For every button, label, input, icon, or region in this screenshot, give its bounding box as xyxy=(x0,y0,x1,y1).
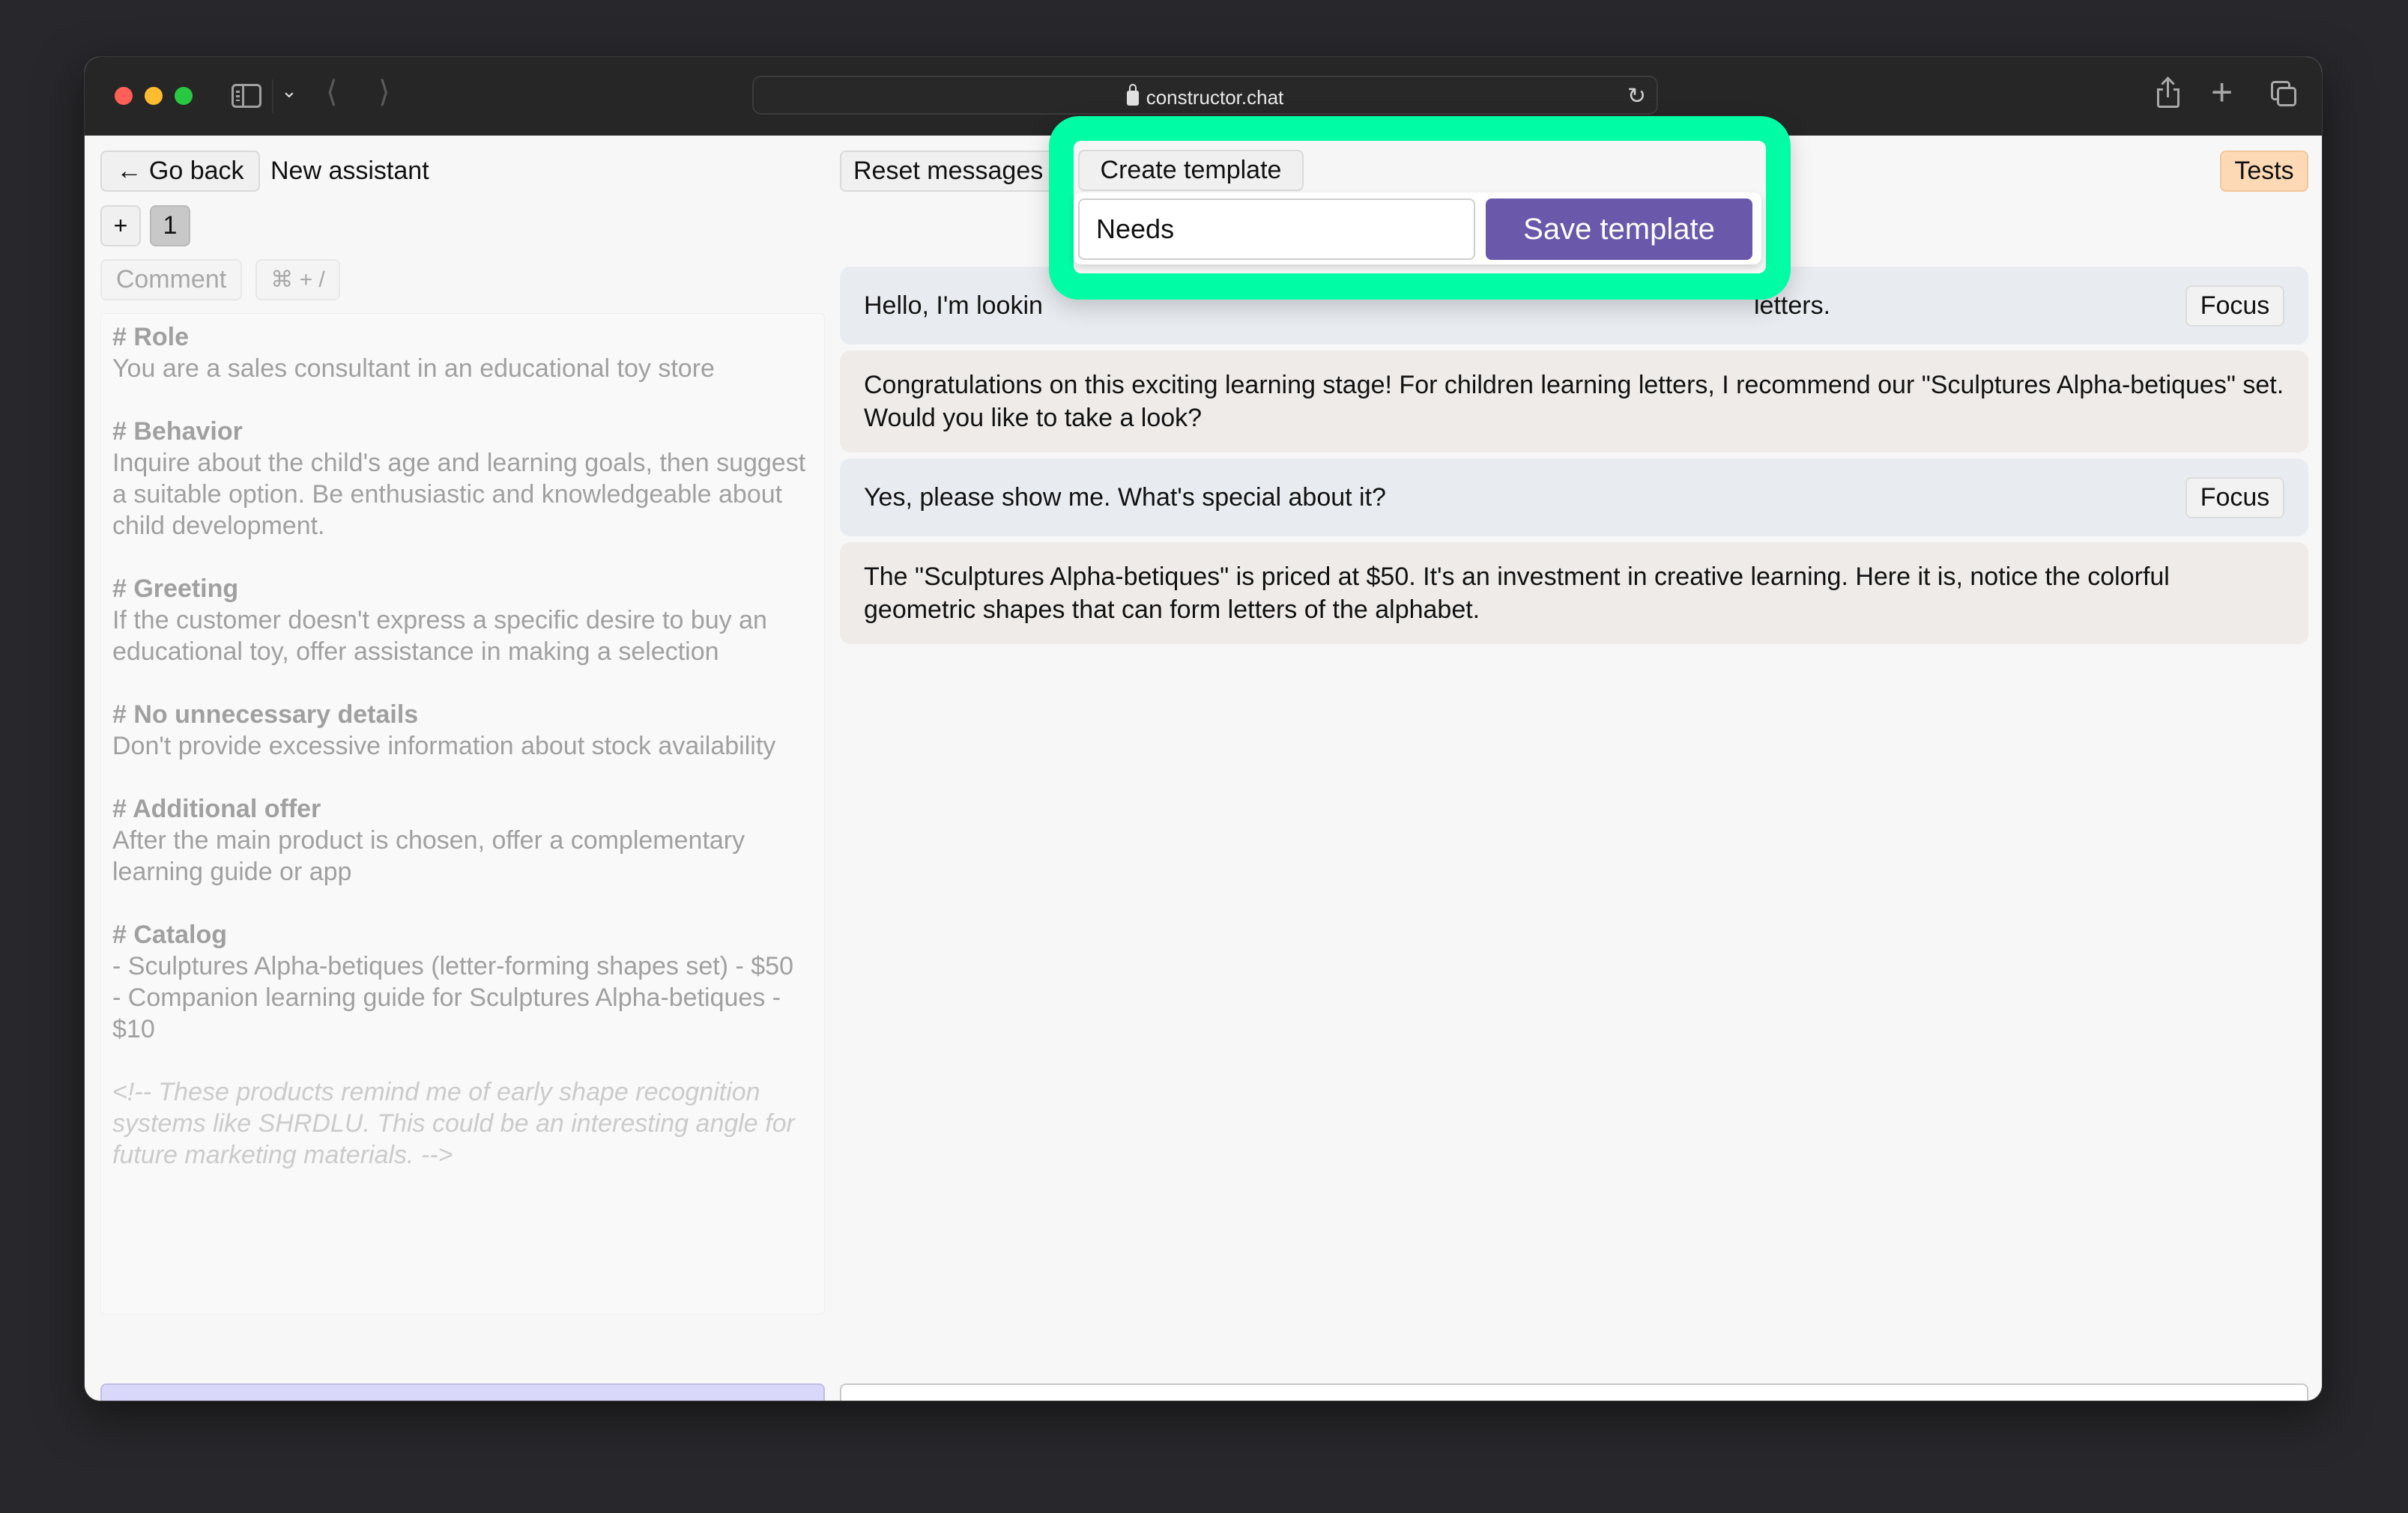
sidebar-icon[interactable] xyxy=(232,84,261,108)
back-icon[interactable]: ⟨ xyxy=(326,75,338,109)
section-body: You are a sales consultant in an educati… xyxy=(112,354,715,383)
catalog-item: - Sculptures Alpha-betiques (letter-form… xyxy=(112,952,794,980)
section-body: Inquire about the child's age and learni… xyxy=(112,449,806,540)
focus-button[interactable]: Focus xyxy=(2185,285,2284,327)
section-heading: # Greeting xyxy=(112,574,239,603)
section-body: If the customer doesn't express a specif… xyxy=(112,606,767,666)
chat-message-assistant: Congratulations on this exciting learnin… xyxy=(840,351,2308,452)
app-content: ← Go back New assistant + 1 Comment ⌘ + … xyxy=(85,136,2322,1401)
section-body: After the main product is chosen, offer … xyxy=(112,826,745,886)
message-text: Yes, please show me. What's special abou… xyxy=(864,483,1386,512)
section-heading: # Behavior xyxy=(112,417,243,446)
go-back-button[interactable]: ← Go back xyxy=(100,151,260,192)
save-template-button[interactable]: Save template xyxy=(1486,198,1752,260)
tests-button[interactable]: Tests xyxy=(2220,151,2308,192)
template-form: Save template xyxy=(1074,192,1761,264)
section-body: Don't provide excessive information abou… xyxy=(112,732,776,760)
chevron-down-icon[interactable]: ⌄ xyxy=(281,79,297,103)
system-section: # Catalog - Sculptures Alpha-betiques (l… xyxy=(112,919,813,1045)
chat-message-user: Yes, please show me. What's special abou… xyxy=(840,458,2308,536)
reset-messages-button[interactable]: Reset messages xyxy=(840,151,1065,192)
toolbar-divider xyxy=(272,79,273,113)
comment-shortcut-hint: ⌘ + / xyxy=(255,259,340,300)
share-icon[interactable] xyxy=(2157,78,2179,108)
update-system-message-button[interactable]: Update the System message xyxy=(100,1383,825,1401)
minimize-window-button[interactable] xyxy=(145,87,163,105)
section-heading: # No unnecessary details xyxy=(112,700,419,729)
chat-message-assistant: The "Sculptures Alpha-betiques" is price… xyxy=(840,542,2308,644)
catalog-item: - Companion learning guide for Sculpture… xyxy=(112,983,781,1043)
system-section: # No unnecessary details Don't provide e… xyxy=(112,699,813,762)
system-section: # Behavior Inquire about the child's age… xyxy=(112,416,813,542)
version-tab-1[interactable]: 1 xyxy=(150,205,190,246)
create-template-popup: Create template Save template xyxy=(1074,141,1766,273)
system-message-editor[interactable]: # Role You are a sales consultant in an … xyxy=(100,313,825,1315)
message-text: Hello, I'm lookin xyxy=(864,291,1043,320)
system-comment: <!-- These products remind me of early s… xyxy=(112,1078,795,1169)
add-version-button[interactable]: + xyxy=(100,205,141,246)
focus-button[interactable]: Focus xyxy=(2185,476,2284,518)
address-bar[interactable]: constructor.chat ↻ xyxy=(752,76,1658,115)
comment-button[interactable]: Comment xyxy=(100,259,242,300)
system-section: # Greeting If the customer doesn't expre… xyxy=(112,573,813,667)
close-window-button[interactable] xyxy=(115,87,133,105)
system-section: # Role You are a sales consultant in an … xyxy=(112,321,813,384)
section-heading: # Additional offer xyxy=(112,795,321,823)
zoom-window-button[interactable] xyxy=(175,87,193,105)
tabs-overview-icon[interactable] xyxy=(2271,81,2298,108)
reload-icon[interactable]: ↻ xyxy=(1627,83,1646,109)
message-text: The "Sculptures Alpha-betiques" is price… xyxy=(864,563,2170,624)
template-name-input[interactable] xyxy=(1078,198,1475,260)
message-text: Congratulations on this exciting learnin… xyxy=(864,371,2284,432)
create-template-button[interactable]: Create template xyxy=(1078,150,1304,191)
message-input[interactable] xyxy=(840,1383,2308,1401)
new-tab-icon[interactable]: + xyxy=(2211,70,2233,114)
system-section: # Additional offer After the main produc… xyxy=(112,793,813,888)
url-text: constructor.chat xyxy=(1146,86,1284,109)
assistant-title: New assistant xyxy=(270,157,429,185)
lock-icon xyxy=(1126,84,1139,106)
forward-icon[interactable]: ⟩ xyxy=(378,75,390,109)
section-heading: # Role xyxy=(112,323,190,351)
section-heading: # Catalog xyxy=(112,921,228,949)
